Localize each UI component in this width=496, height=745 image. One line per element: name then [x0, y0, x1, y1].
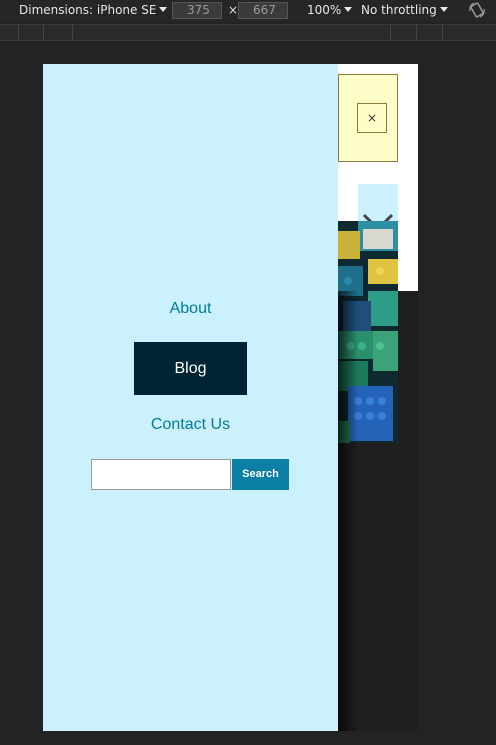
- viewport-width-input[interactable]: 375: [172, 2, 222, 19]
- throttling-label: No throttling: [361, 3, 437, 17]
- ruler-segment[interactable]: [72, 25, 73, 40]
- device-viewport: × s: [43, 64, 418, 731]
- ruler-segment[interactable]: [18, 25, 19, 40]
- chevron-down-icon: [344, 7, 353, 12]
- notice-banner: ×: [338, 74, 398, 162]
- search-input[interactable]: [91, 459, 231, 490]
- panel-shadow: [338, 291, 358, 731]
- ruler-segment[interactable]: [390, 25, 391, 40]
- menu-item-blog[interactable]: Blog: [134, 342, 247, 395]
- dimension-separator: ×: [228, 3, 239, 17]
- rotate-device-icon[interactable]: [468, 1, 486, 22]
- devtools-toolbar: Dimensions: iPhone SE 375 × 667 100% No …: [0, 0, 496, 22]
- ruler-segment[interactable]: [442, 25, 443, 40]
- viewport-height-input[interactable]: 667: [238, 2, 288, 19]
- device-dimensions-label: Dimensions: iPhone SE: [19, 3, 157, 17]
- chevron-down-icon: [439, 7, 448, 12]
- zoom-label: 100%: [307, 3, 342, 17]
- chevron-down-icon: [159, 7, 168, 12]
- notice-close-button[interactable]: ×: [357, 103, 387, 133]
- throttling-dropdown[interactable]: No throttling: [361, 3, 448, 17]
- media-query-ruler: [0, 24, 496, 41]
- menu-item-about[interactable]: About: [43, 300, 338, 318]
- menu-item-contact-us[interactable]: Contact Us: [43, 416, 338, 434]
- ruler-segment[interactable]: [43, 25, 44, 40]
- device-dimensions-dropdown[interactable]: Dimensions: iPhone SE: [19, 3, 168, 17]
- ruler-segment[interactable]: [416, 25, 417, 40]
- zoom-dropdown[interactable]: 100%: [307, 3, 353, 17]
- mobile-menu-panel: About Blog Contact Us Search: [43, 64, 338, 731]
- search-button[interactable]: Search: [232, 459, 289, 490]
